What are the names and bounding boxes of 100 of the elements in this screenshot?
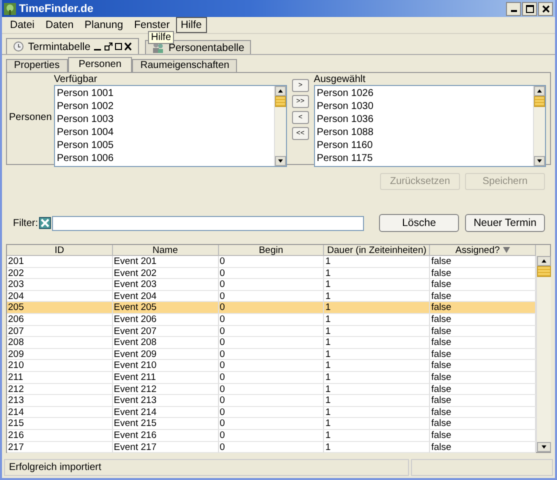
table-row[interactable]: 216 Event 216 0 1 false	[7, 430, 536, 442]
table-row[interactable]: 214 Event 214 0 1 false	[7, 406, 536, 418]
column-header[interactable]: ID	[7, 245, 113, 256]
table-cell: Event 210	[112, 360, 219, 372]
list-item[interactable]: Person 1026	[316, 87, 531, 100]
table-cell: 205	[7, 302, 113, 314]
scrollbar[interactable]	[536, 256, 551, 452]
window-controls-icon[interactable]	[94, 42, 132, 51]
tab[interactable]: Personen	[68, 57, 132, 72]
menu-item[interactable]: Datei	[5, 17, 40, 33]
minimize-button[interactable]	[506, 2, 521, 16]
table-cell: 1	[324, 406, 430, 418]
menu-item[interactable]: Fenster	[129, 17, 175, 33]
table-row[interactable]: 202 Event 202 0 1 false	[7, 268, 536, 280]
table-cell: Event 212	[112, 384, 219, 396]
table-cell: 0	[218, 268, 324, 280]
tab[interactable]: Raumeigenschaften	[132, 59, 238, 72]
column-header[interactable]: Dauer (in Zeiteinheiten)	[324, 245, 430, 256]
filter-button[interactable]: Lösche	[379, 214, 459, 232]
table-cell: 216	[7, 430, 113, 442]
table-cell: 1	[324, 430, 430, 442]
scroll-up-button[interactable]	[534, 86, 545, 96]
document-tab[interactable]: Personentabelle	[145, 40, 252, 54]
list-item[interactable]: Person 1006	[56, 152, 272, 165]
table-row[interactable]: 208 Event 208 0 1 false	[7, 337, 536, 349]
list-item[interactable]: Person 1005	[56, 139, 272, 152]
menu-item[interactable]: Daten	[40, 17, 79, 33]
table-cell: 0	[218, 302, 324, 314]
table-cell: 0	[218, 314, 324, 326]
table-row[interactable]: 215 Event 215 0 1 false	[7, 418, 536, 430]
table-cell: false	[430, 406, 536, 418]
table-row[interactable]: 209 Event 209 0 1 false	[7, 348, 536, 360]
table-cell: 209	[7, 348, 113, 360]
column-header[interactable]: Begin	[218, 245, 324, 256]
persons-label: Personen	[9, 112, 52, 123]
table-row[interactable]: 201 Event 201 0 1 false	[7, 256, 536, 268]
list-item[interactable]: Person 1088	[316, 126, 531, 139]
close-button[interactable]	[538, 2, 553, 16]
scroll-down-button[interactable]	[275, 156, 286, 166]
table-row[interactable]: 213 Event 213 0 1 false	[7, 395, 536, 407]
table-cell: false	[430, 384, 536, 396]
table-row[interactable]: 205 Event 205 0 1 false	[7, 302, 536, 314]
maximize-button[interactable]	[522, 2, 537, 16]
table-row[interactable]: 211 Event 211 0 1 false	[7, 372, 536, 384]
scroll-up-button[interactable]	[275, 86, 286, 96]
clear-filter-icon[interactable]	[39, 217, 51, 229]
available-list[interactable]: Person 1001 Person 1002 Person 1003 Person 1004 Person 1005 Person 1006	[54, 85, 288, 167]
filter-field[interactable]	[52, 216, 364, 230]
filter-button[interactable]: Neuer Termin	[465, 214, 545, 232]
scroll-down-button[interactable]	[537, 442, 551, 452]
app-icon	[4, 2, 16, 14]
table-row[interactable]: 210 Event 210 0 1 false	[7, 360, 536, 372]
table-row[interactable]: 217 Event 217 0 1 false	[7, 442, 536, 454]
table-cell: Event 201	[112, 256, 219, 268]
list-item[interactable]: Person 1036	[316, 113, 531, 126]
table-cell: 201	[7, 256, 113, 268]
table-cell: Event 213	[112, 395, 219, 407]
scrollbar[interactable]	[274, 86, 286, 166]
scrollbar[interactable]	[533, 86, 545, 166]
table-cell: Event 209	[112, 348, 219, 360]
table-cell: 0	[218, 326, 324, 338]
list-item[interactable]: Person 1003	[56, 113, 272, 126]
menu-item[interactable]: Planung	[80, 17, 128, 33]
list-item[interactable]: Person 1004	[56, 126, 272, 139]
list-item[interactable]: Person 1030	[316, 100, 531, 113]
table-cell: 0	[218, 442, 324, 454]
list-item[interactable]: Person 1160	[316, 139, 531, 152]
table-row[interactable]: 212 Event 212 0 1 false	[7, 384, 536, 396]
table-cell: 215	[7, 418, 113, 430]
table-cell: 0	[218, 418, 324, 430]
column-header[interactable]: Name	[112, 245, 219, 256]
table-cell: 1	[324, 279, 430, 291]
table-cell: 214	[7, 406, 113, 418]
table-cell: false	[430, 360, 536, 372]
scroll-thumb[interactable]	[275, 96, 286, 107]
table-cell: 217	[7, 442, 113, 454]
list-heading: Ausgewählt	[314, 74, 366, 85]
scroll-thumb[interactable]	[534, 96, 545, 107]
table-cell: false	[430, 302, 536, 314]
table-cell: 1	[324, 302, 430, 314]
tab[interactable]: Properties	[6, 59, 68, 72]
table-cell: false	[430, 348, 536, 360]
status-text: Erfolgreich importiert	[4, 459, 409, 476]
scroll-down-button[interactable]	[534, 156, 545, 166]
table-cell: 206	[7, 314, 113, 326]
list-item[interactable]: Person 1002	[56, 100, 272, 113]
column-header[interactable]: Assigned?	[430, 245, 536, 256]
document-tab[interactable]: Termintabelle	[6, 38, 140, 54]
people-icon	[152, 42, 164, 53]
table-row[interactable]: 203 Event 203 0 1 false	[7, 279, 536, 291]
table-row[interactable]: 206 Event 206 0 1 false	[7, 314, 536, 326]
scroll-up-button[interactable]	[537, 256, 551, 266]
table-cell: false	[430, 430, 536, 442]
table-row[interactable]: 207 Event 207 0 1 false	[7, 326, 536, 338]
table-cell: false	[430, 337, 536, 349]
list-item[interactable]: Person 1175	[316, 152, 531, 165]
list-item[interactable]: Person 1001	[56, 87, 272, 100]
menu-item[interactable]: Hilfe	[176, 17, 207, 33]
scroll-thumb[interactable]	[537, 266, 551, 277]
selected-list[interactable]: Person 1026 Person 1030 Person 1036 Person 1088 Person 1160 Person 1175	[314, 85, 546, 167]
